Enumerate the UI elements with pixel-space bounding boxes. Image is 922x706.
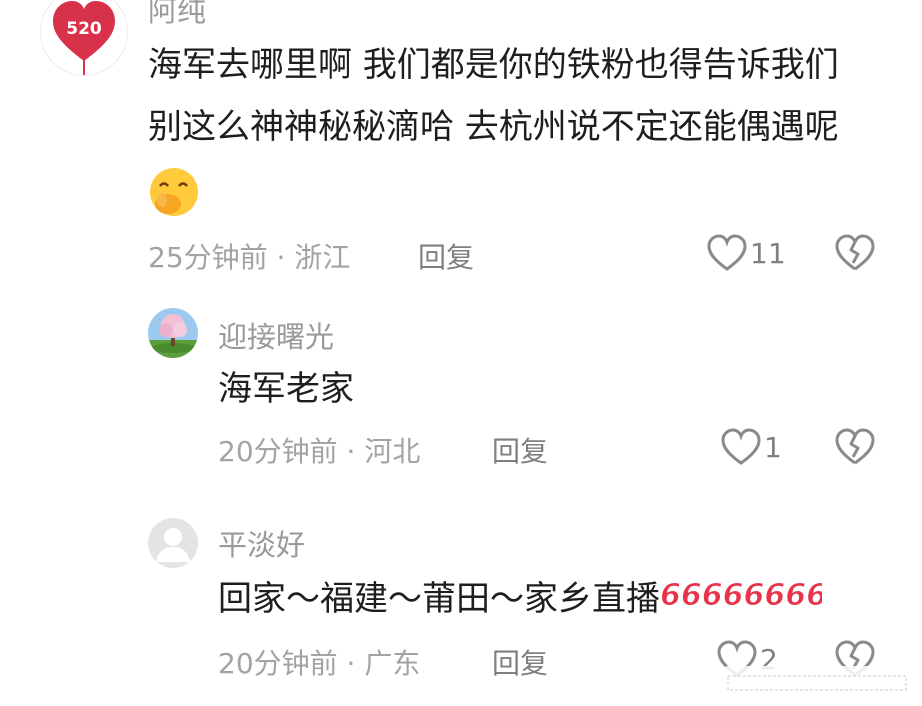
dislike-button[interactable] [834, 428, 876, 470]
reply-button[interactable]: 回复 [492, 642, 548, 682]
avatar[interactable]: 520 [40, 0, 128, 76]
comment-text: 回家～福建～莆田～家乡直播 666666666 [218, 568, 849, 632]
heart-520-logo: 520 [53, 1, 115, 75]
username[interactable]: 阿纯 [148, 0, 206, 30]
comment-text: 海军去哪里啊 我们都是你的铁粉也得告诉我们 别这么神神秘秘滴哈 去杭州说不定还能… [148, 34, 839, 158]
comment-text: 海军老家 [218, 369, 354, 409]
reply-item: 迎接曙光 海军老家 20分钟前 · 河北 回复 1 [0, 300, 922, 490]
like-button[interactable]: 11 [706, 234, 786, 272]
landscape-avatar [148, 308, 198, 358]
avatar[interactable] [148, 518, 198, 568]
broken-heart-icon [835, 234, 875, 271]
default-user-icon [156, 528, 190, 562]
reply-button[interactable]: 回复 [418, 236, 474, 276]
like-button[interactable]: 1 [720, 428, 782, 466]
reply-button[interactable]: 回复 [492, 430, 548, 470]
watermark-overlay [722, 666, 912, 700]
comment-meta: 25分钟前 · 浙江 [148, 241, 351, 274]
comment-meta: 20分钟前 · 广东 [218, 647, 421, 680]
username[interactable]: 迎接曙光 [218, 314, 334, 356]
avatar[interactable] [148, 308, 198, 358]
heart-outline-icon [721, 428, 761, 465]
face-with-hand-over-mouth-icon [146, 166, 202, 222]
broken-heart-icon [835, 428, 875, 465]
like-count: 1 [764, 430, 782, 464]
avatar-logo-text: 520 [66, 19, 102, 39]
red-666-sticker: 666666666 [660, 570, 849, 632]
comment-text-content: 回家～福建～莆田～家乡直播 [218, 579, 660, 619]
comment-meta: 20分钟前 · 河北 [218, 435, 421, 468]
comment-text-line: 别这么神神秘秘滴哈 去杭州说不定还能偶遇呢 [148, 107, 839, 147]
dislike-button[interactable] [834, 234, 876, 276]
like-count: 11 [750, 236, 786, 270]
comment-text-line: 海军去哪里啊 我们都是你的铁粉也得告诉我们 [148, 45, 839, 85]
comment-item: 520 阿纯 海军去哪里啊 我们都是你的铁粉也得告诉我们 别这么神神秘秘滴哈 去… [0, 0, 922, 290]
heart-outline-icon [707, 234, 747, 271]
username[interactable]: 平淡好 [218, 522, 305, 564]
sticker-text: 666666666 [660, 578, 822, 612]
